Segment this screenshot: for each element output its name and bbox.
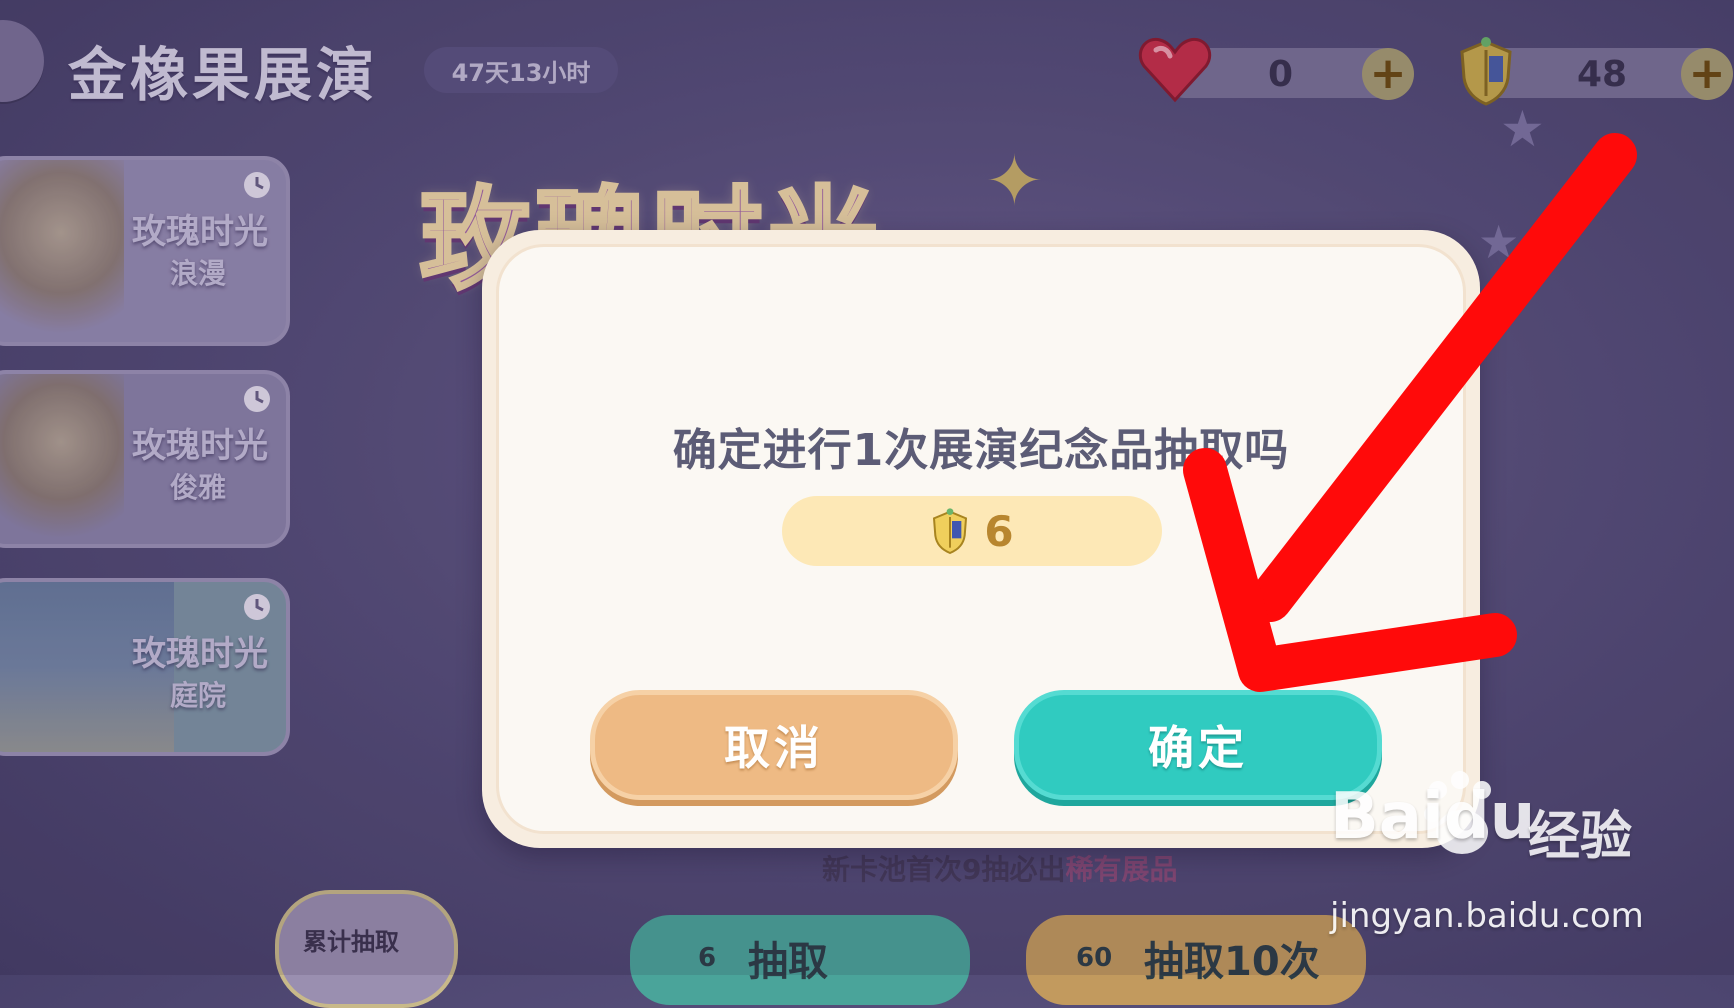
cancel-button[interactable]: 取消 bbox=[590, 690, 958, 800]
confirm-draw-dialog: 确定进行1次展演纪念品抽取吗 6 取消 确定 bbox=[482, 230, 1480, 848]
cost-pill: 6 bbox=[782, 496, 1162, 566]
cost-value: 6 bbox=[984, 506, 1014, 556]
baidu-watermark-logo: Baidu bbox=[1330, 780, 1536, 854]
baidu-watermark-url: jingyan.baidu.com bbox=[1330, 896, 1644, 936]
shield-token-icon bbox=[933, 508, 968, 555]
baidu-watermark-product: 经验 bbox=[1528, 807, 1633, 867]
confirm-button[interactable]: 确定 bbox=[1014, 690, 1382, 800]
dialog-question: 确定进行1次展演纪念品抽取吗 bbox=[672, 425, 1290, 476]
